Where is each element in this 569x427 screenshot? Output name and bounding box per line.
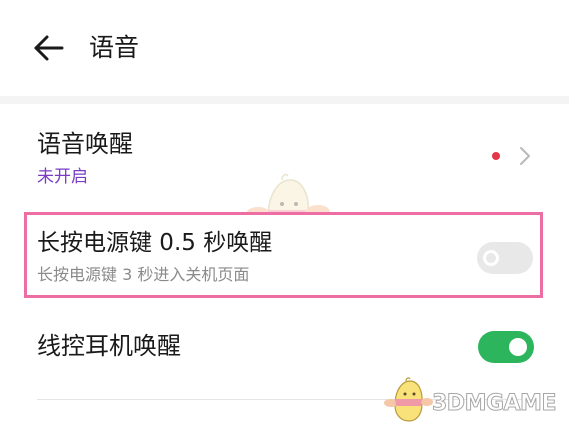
- arrow-left-icon: [34, 35, 64, 61]
- back-button[interactable]: [30, 30, 68, 66]
- setting-row-power-key-wake[interactable]: 长按电源键 0.5 秒唤醒 长按电源键 3 秒进入关机页面: [24, 212, 543, 298]
- list-divider: [37, 399, 533, 400]
- 3dmgame-watermark: 3DMGAME: [432, 391, 557, 417]
- section-divider: [0, 96, 569, 104]
- power-key-wake-label: 长按电源键 0.5 秒唤醒: [37, 230, 273, 256]
- setting-row-voice-wake[interactable]: 语音唤醒 未开启: [0, 104, 569, 200]
- voice-wake-label: 语音唤醒: [37, 130, 133, 158]
- notification-dot: [492, 152, 500, 160]
- wired-headset-wake-toggle[interactable]: [478, 331, 534, 363]
- chevron-right-icon: [517, 144, 533, 168]
- page-title: 语音: [89, 33, 140, 62]
- power-key-wake-sublabel: 长按电源键 3 秒进入关机页面: [37, 265, 250, 284]
- toggle-knob: [483, 250, 499, 266]
- power-key-wake-toggle[interactable]: [477, 242, 533, 274]
- voice-wake-status: 未开启: [37, 167, 88, 187]
- header-bar: 语音: [0, 0, 569, 96]
- wired-headset-wake-label: 线控耳机唤醒: [37, 332, 181, 360]
- setting-row-wired-headset-wake[interactable]: 线控耳机唤醒: [0, 312, 569, 384]
- toggle-knob: [509, 338, 527, 356]
